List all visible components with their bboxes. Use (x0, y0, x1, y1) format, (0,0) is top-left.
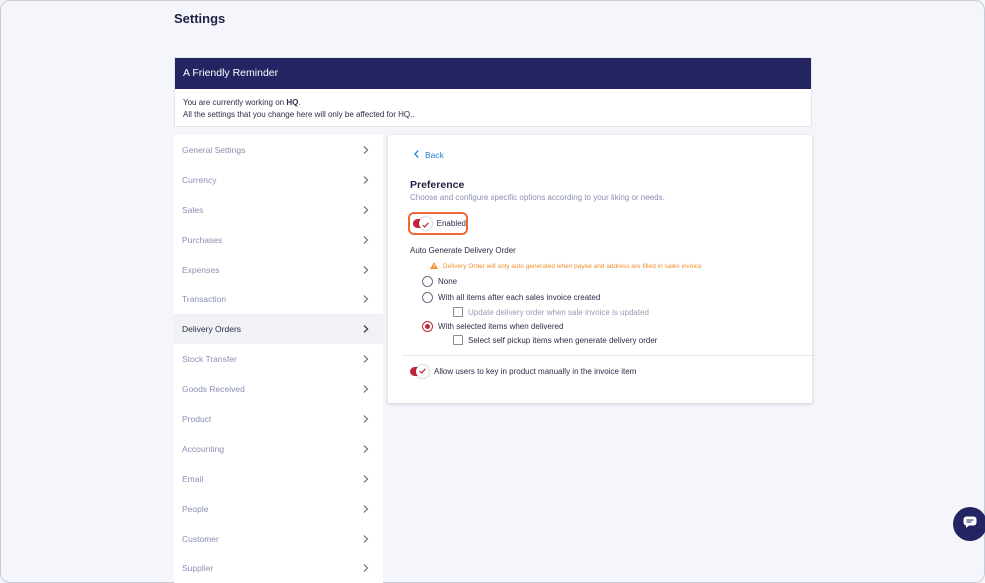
option-self-pickup[interactable]: Select self pickup items when generate d… (453, 335, 657, 345)
sidebar-item-email[interactable]: Email (174, 464, 383, 494)
radio-all-items[interactable] (422, 292, 433, 303)
sidebar-item-currency[interactable]: Currency (174, 165, 383, 195)
reminder-line-2: All the settings that you change here wi… (183, 110, 415, 119)
reminder-branch: HQ (286, 98, 299, 107)
friendly-reminder-card: A Friendly Reminder You are currently wo… (174, 57, 812, 127)
sidebar-item-label: Transaction (182, 294, 227, 305)
sidebar-item-label: People (182, 503, 209, 514)
sidebar-item-sales[interactable]: Sales (174, 195, 383, 225)
chevron-right-icon (361, 444, 371, 454)
chevron-right-icon (361, 474, 371, 484)
radio-none[interactable] (422, 276, 433, 287)
option-update-on-change[interactable]: Update delivery order when sale invoice … (453, 307, 649, 317)
sidebar-item-label: Email (182, 473, 204, 484)
allow-manual-label: Allow users to key in product manually i… (434, 367, 637, 376)
option-all-items[interactable]: With all items after each sales invoice … (422, 292, 600, 303)
reminder-line-1-prefix: You are currently working on (183, 98, 287, 107)
sidebar-item-transaction[interactable]: Transaction (174, 284, 383, 314)
radio-selected-items[interactable] (422, 321, 433, 332)
chat-button[interactable] (953, 507, 985, 541)
chevron-right-icon (361, 354, 371, 364)
reminder-line-1-suffix: . (298, 98, 301, 107)
sidebar-item-label: Supplier (182, 563, 214, 574)
sidebar-item-label: Purchases (182, 234, 223, 245)
sidebar-item-label: Sales (182, 204, 204, 215)
sidebar-item-label: Expenses (182, 264, 220, 275)
sidebar-item-label: Customer (182, 533, 219, 544)
sidebar-item-expenses[interactable]: Expenses (174, 255, 383, 285)
option-selected-items-label: With selected items when delivered (438, 322, 564, 331)
chevron-right-icon (361, 324, 371, 334)
sidebar-item-label: General Settings (182, 144, 246, 155)
sidebar-item-product[interactable]: Product (174, 404, 383, 434)
checkbox-update-on-change[interactable] (453, 307, 463, 317)
sidebar-item-purchases[interactable]: Purchases (174, 225, 383, 255)
chat-icon (963, 515, 977, 533)
panel-divider (402, 355, 812, 356)
chevron-right-icon (361, 384, 371, 394)
sidebar-item-general-settings[interactable]: General Settings (174, 135, 383, 165)
option-all-items-label: With all items after each sales invoice … (438, 293, 601, 302)
chevron-right-icon (361, 175, 371, 185)
back-link[interactable]: Back (414, 150, 444, 160)
page-title: Settings (174, 11, 226, 26)
enabled-toggle[interactable]: Enabled (408, 212, 468, 235)
warning-text: Delivery Order will only auto generated … (443, 263, 702, 270)
sidebar-item-label: Accounting (182, 443, 225, 454)
option-self-pickup-label: Select self pickup items when generate d… (468, 335, 658, 345)
checkbox-self-pickup[interactable] (453, 335, 463, 345)
chevron-left-icon (414, 150, 419, 160)
sidebar-item-goods-received[interactable]: Goods Received (174, 374, 383, 404)
option-selected-items[interactable]: With selected items when delivered (422, 321, 563, 332)
reminder-line-1: You are currently working on HQ. (183, 97, 803, 109)
enabled-switch[interactable] (413, 215, 432, 233)
check-icon (419, 367, 426, 376)
sidebar-item-supplier[interactable]: Supplier (174, 553, 383, 583)
settings-sidebar: General Settings Currency Sales Purchases Ex… (174, 135, 383, 583)
preference-subtitle: Choose and configure specific options ac… (410, 193, 665, 202)
sidebar-item-label: Product (182, 413, 212, 424)
chevron-right-icon (361, 145, 371, 155)
option-none-label: None (438, 277, 458, 286)
warning-icon (430, 262, 438, 271)
chevron-right-icon (361, 414, 371, 424)
chevron-right-icon (361, 504, 371, 514)
sidebar-item-label: Delivery Orders (182, 324, 242, 335)
check-icon (421, 215, 429, 233)
sidebar-item-label: Goods Received (182, 384, 245, 395)
sidebar-item-people[interactable]: People (174, 494, 383, 524)
preference-panel: Back Preference Choose and configure spe… (388, 135, 812, 403)
reminder-body: You are currently working on HQ. All the… (175, 89, 811, 121)
chevron-right-icon (361, 205, 371, 215)
chevron-right-icon (361, 294, 371, 304)
chevron-right-icon (361, 265, 371, 275)
sidebar-item-accounting[interactable]: Accounting (174, 434, 383, 464)
option-update-on-change-label: Update delivery order when sale invoice … (468, 307, 649, 317)
chevron-right-icon (361, 235, 371, 245)
sidebar-item-label: Currency (182, 174, 217, 185)
sidebar-item-label: Stock Transfer (182, 354, 237, 365)
sidebar-item-delivery-orders[interactable]: Delivery Orders (174, 314, 383, 345)
reminder-heading: A Friendly Reminder (175, 58, 811, 89)
auto-generate-title: Auto Generate Delivery Order (410, 246, 516, 255)
chevron-right-icon (361, 563, 371, 573)
back-label: Back (425, 150, 444, 160)
toggle-knob (418, 215, 432, 233)
sidebar-item-stock-transfer[interactable]: Stock Transfer (174, 344, 383, 374)
enabled-label: Enabled (436, 219, 466, 228)
chevron-right-icon (361, 534, 371, 544)
allow-manual-entry-toggle[interactable]: Allow users to key in product manually i… (410, 365, 637, 378)
toggle-knob (416, 365, 429, 378)
sidebar-item-customer[interactable]: Customer (174, 524, 383, 554)
auto-generate-warning: Delivery Order will only auto generated … (430, 262, 702, 271)
preference-title: Preference (410, 179, 465, 191)
allow-manual-switch[interactable] (410, 365, 429, 378)
option-none[interactable]: None (422, 276, 457, 287)
